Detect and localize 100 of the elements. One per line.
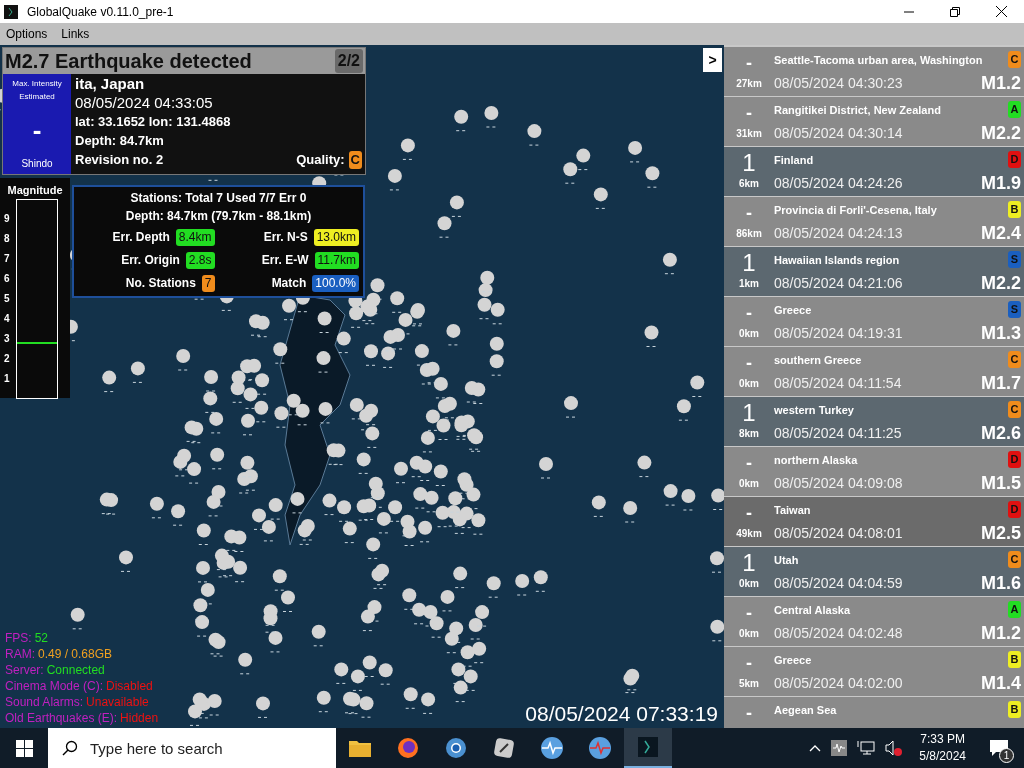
event-time: 08/05/2024 04:24:26 <box>774 174 903 193</box>
quality-badge: D <box>1008 451 1021 468</box>
event-time: 08/05/2024 04:02:00 <box>774 674 903 693</box>
event-list-item[interactable]: - 31km Rangitikei District, New Zealand 08/05/2024 04:30:14 A M2.2 <box>724 97 1024 146</box>
distance-text: 6km <box>739 177 759 191</box>
event-list-item[interactable]: 1 1km Hawaiian Islands region 08/05/2024 04:21:06 S M2.2 <box>724 247 1024 296</box>
restore-icon <box>950 6 960 17</box>
metric-value: 11.7km <box>314 251 359 269</box>
metric-value: 100.0% <box>312 274 359 292</box>
intensity-value: - <box>746 452 752 475</box>
distance-text: 27km <box>736 77 762 91</box>
menu-item[interactable]: Options <box>6 25 48 43</box>
waveform-icon[interactable] <box>831 740 848 756</box>
notification-count: 1 <box>999 748 1014 763</box>
event-time: 08/05/2024 04:02:48 <box>774 624 903 643</box>
app-icon <box>4 4 18 19</box>
quality-badge: B <box>1008 701 1021 718</box>
intensity-value: - <box>746 502 752 525</box>
quality-badge: S <box>1008 301 1021 318</box>
app-icon <box>493 737 515 759</box>
chevron-up-icon[interactable] <box>809 744 822 752</box>
event-time: 08/05/2024 04:30:14 <box>774 124 903 143</box>
event-list-item[interactable]: - 0km southern Greece 08/05/2024 04:11:54 C M1.7 <box>724 347 1024 396</box>
intensity-value: - <box>746 302 752 325</box>
event-list-item[interactable]: 1 0km Utah 08/05/2024 04:04:59 C M1.6 <box>724 547 1024 596</box>
fox-globe-icon <box>397 737 419 759</box>
close-icon <box>995 6 1007 17</box>
magnitude-text: M1.2 <box>980 623 1021 643</box>
status-label: Sound Alarms: <box>5 694 84 710</box>
intensity-value: - <box>32 116 42 143</box>
distance-text: 49km <box>736 527 762 541</box>
network-icon[interactable] <box>857 740 876 756</box>
intensity-value: - <box>746 702 752 725</box>
region-text: Finland <box>774 153 814 167</box>
search-field[interactable]: Type here to search <box>48 728 336 768</box>
intensity-label: Max. Intensity Estimated <box>11 78 63 103</box>
magnitude-text: M2.6 <box>980 423 1021 443</box>
depth-text: Depth: 84.7km <box>75 132 165 150</box>
metric-label: Err. Depth <box>112 229 170 246</box>
magnitude-text: M1.6 <box>980 573 1021 593</box>
scale-label: 2 <box>4 353 10 364</box>
region-text: Greece <box>774 303 812 317</box>
quality-badge: D <box>1008 151 1021 168</box>
quality-badge: C <box>1008 351 1021 368</box>
scale-label: 1 <box>4 373 10 384</box>
event-time: 08/05/2024 04:04:59 <box>774 574 903 593</box>
status-value: Hidden <box>120 710 159 726</box>
distance-text: 0km <box>739 377 759 391</box>
quality-badge: B <box>1008 201 1021 218</box>
magnitude-text: M2.2 <box>980 123 1021 143</box>
event-time: 08/05/2024 04:21:06 <box>774 274 903 293</box>
region-text: Provincia di Forli'-Cesena, Italy <box>774 203 937 217</box>
event-list-item[interactable]: - 49km Taiwan 08/05/2024 04:08:01 D M2.5 <box>724 497 1024 546</box>
scale-label: 6 <box>4 273 10 284</box>
menu-item[interactable]: Links <box>61 25 90 43</box>
event-list-item[interactable]: - 5km Greece 08/05/2024 04:02:00 B M1.4 <box>724 647 1024 696</box>
taskbar-app-button[interactable] <box>624 728 672 768</box>
event-time: 08/05/2024 04:08:01 <box>774 524 903 543</box>
magnitude-text: M1.4 <box>980 673 1021 693</box>
event-time: 08/05/2024 04:30:23 <box>774 74 903 93</box>
intensity-value: - <box>746 652 752 675</box>
event-list-item[interactable]: - 27km Seattle-Tacoma urban area, Washington 08/05/2024 04:30:23 C M1.2 <box>724 47 1024 96</box>
event-list-item[interactable]: - 86km Provincia di Forli'-Cesena, Italy 08/05/2024 04:24:13 B M2.4 <box>724 197 1024 246</box>
event-list-item[interactable]: - Aegean Sea B <box>724 697 1024 728</box>
event-list-item[interactable]: 1 8km western Turkey 08/05/2024 04:11:25 C M2.6 <box>724 397 1024 446</box>
quality-badge: D <box>1008 501 1021 518</box>
folder-icon <box>349 739 371 757</box>
circle-globe-icon <box>445 737 467 759</box>
intensity-value: 1 <box>742 549 756 577</box>
scale-label: 5 <box>4 293 10 304</box>
magnitude-text: M1.7 <box>980 373 1021 393</box>
metric-label: Err. E-W <box>261 252 309 269</box>
clock-time: 7:33 PM <box>920 731 965 748</box>
region-text: Aegean Sea <box>774 703 837 717</box>
event-list-item[interactable]: 1 6km Finland 08/05/2024 04:24:26 D M1.9 <box>724 147 1024 196</box>
alert-counter: 2/2 <box>334 49 363 73</box>
quality-badge: C <box>1008 401 1021 418</box>
region-text: Rangitikei District, New Zealand <box>774 103 941 117</box>
window-title: GlobalQuake v0.11.0_pre-1 <box>27 3 174 21</box>
quality-badge: A <box>1008 601 1021 618</box>
status-value: Connected <box>46 662 105 678</box>
status-value: 0.49 / 0.68GB <box>38 646 113 662</box>
event-list-item[interactable]: - 0km Central Alaska 08/05/2024 04:02:48 A M1.2 <box>724 597 1024 646</box>
status-label: FPS: <box>5 630 32 646</box>
status-value: Disabled <box>106 678 153 694</box>
collapse-button[interactable]: > <box>703 48 722 72</box>
metric-label: No. Stations <box>125 275 196 292</box>
speaker-muted-icon[interactable] <box>885 740 904 756</box>
region-text: southern Greece <box>774 353 862 367</box>
scale-label: 8 <box>4 233 10 244</box>
quality-badge: C <box>1008 551 1021 568</box>
event-list-item[interactable]: - 0km northern Alaska 08/05/2024 04:09:08 D M1.5 <box>724 447 1024 496</box>
region-text: Greece <box>774 653 812 667</box>
region-text: western Turkey <box>774 403 854 417</box>
stations-summary: Stations: Total 7 Used 7/7 Err 0 <box>130 190 307 207</box>
magnitude-text: M2.5 <box>980 523 1021 543</box>
event-time: 08/05/2024 04:09:08 <box>774 474 903 493</box>
distance-text: 0km <box>739 577 759 591</box>
scale-label: 4 <box>4 313 10 324</box>
event-time: 08/05/2024 04:19:31 <box>774 324 903 343</box>
